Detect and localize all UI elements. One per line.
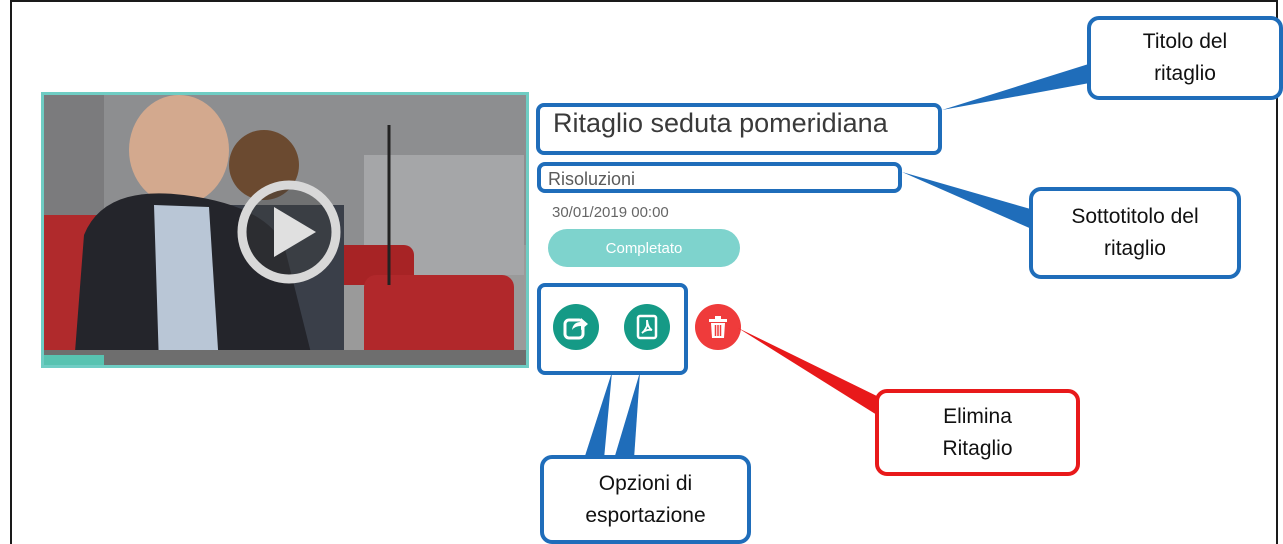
callout-subtitle: Sottotitolo del ritaglio [1029,187,1241,279]
callout-title: Titolo del ritaglio [1087,16,1283,100]
title-highlight [536,103,942,155]
video-thumbnail[interactable] [41,92,529,368]
export-options-highlight [537,283,688,375]
thumbnail-tag [44,355,104,365]
status-badge: Completato [548,229,740,267]
subtitle-highlight [537,162,902,193]
trash-icon [709,316,727,338]
callout-delete: Elimina Ritaglio [875,389,1080,476]
clip-date: 30/01/2019 00:00 [552,204,669,221]
callout-export: Opzioni di esportazione [540,455,751,544]
video-frame-image [44,95,526,365]
delete-button[interactable] [695,304,741,350]
